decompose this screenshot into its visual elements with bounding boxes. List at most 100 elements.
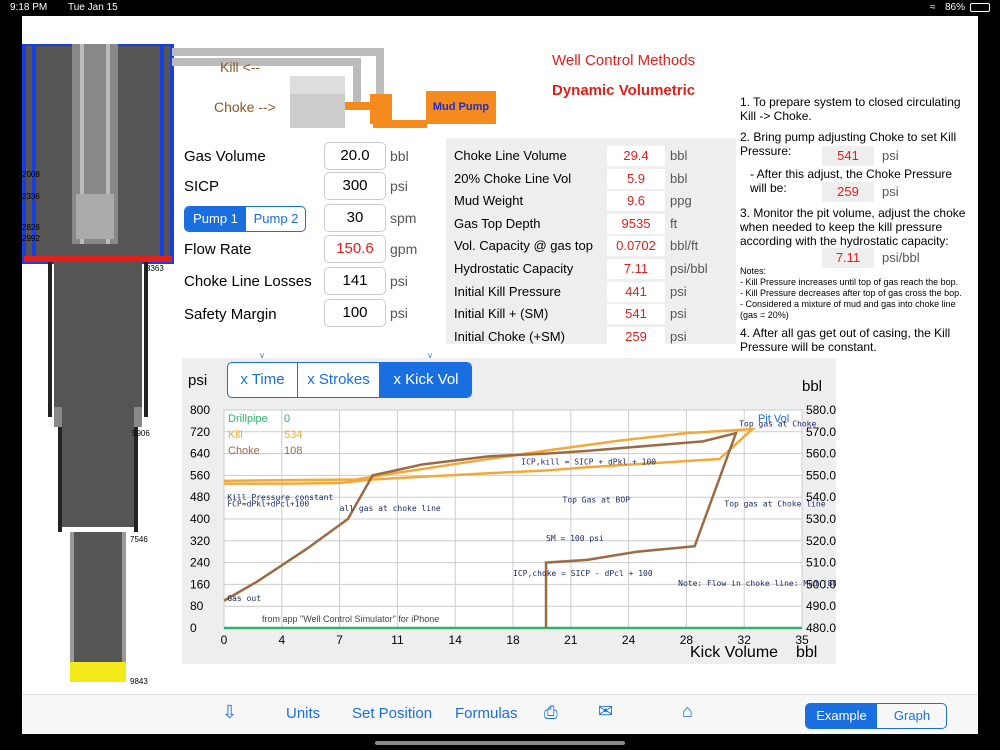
export-icon[interactable]: ⇩ — [222, 702, 237, 723]
x-tick-label: 35 — [795, 633, 809, 646]
result-value: 9.6 — [607, 191, 665, 212]
result-value: 541 — [607, 304, 665, 325]
pump-rate-field[interactable]: 30 — [324, 204, 386, 232]
chart-annotation: Gas out — [227, 594, 261, 603]
flow-rate-value: 150.6 — [324, 235, 386, 263]
y-tick-label: 560 — [190, 468, 210, 482]
x-tick-label: 7 — [336, 633, 343, 646]
y-tick-label: 160 — [190, 577, 210, 591]
y-axis-label: psi — [188, 372, 208, 389]
chart-annotation: Note: Flow in choke line: Mud (80%) + Ga… — [678, 579, 836, 588]
example-button[interactable]: Example — [806, 704, 877, 728]
legend-value: 108 — [284, 445, 302, 457]
step-3-unit: psi/bbl — [882, 250, 920, 265]
choke-losses-field[interactable]: 141 — [324, 267, 386, 295]
print-icon[interactable]: ⎙ — [544, 703, 558, 723]
y-tick-label: 400 — [190, 512, 210, 526]
pump2-button[interactable]: Pump 2 — [246, 207, 305, 231]
y-tick-label: 640 — [190, 447, 210, 461]
chevron-down-icon: v — [428, 351, 432, 360]
x-tick-label: 0 — [221, 633, 228, 646]
formulas-button[interactable]: Formulas — [455, 705, 518, 722]
legend-label: Kill — [228, 429, 243, 441]
safety-margin-label: Safety Margin — [184, 306, 277, 323]
y2-tick-label: 530.0 — [806, 512, 836, 526]
battery-icon — [970, 3, 990, 12]
y-tick-label: 320 — [190, 534, 210, 548]
legend-value: 534 — [284, 429, 302, 441]
y2-axis-label: bbl — [802, 378, 823, 395]
tab-x-kick-vol[interactable]: x Kick Vol — [380, 363, 471, 397]
depth-label: 2828 — [22, 223, 40, 232]
tab-x-time[interactable]: x Time — [228, 363, 298, 397]
mail-icon[interactable]: ✉ — [598, 701, 613, 722]
y-tick-label: 720 — [190, 425, 210, 439]
depth-label: 9843 — [130, 677, 148, 686]
choke-losses-label: Choke Line Losses — [184, 273, 312, 290]
kill-line-label: Kill <-- — [220, 59, 261, 75]
result-value: 0.0702 — [607, 236, 665, 257]
x-tick-label: 28 — [680, 633, 694, 646]
result-unit: ft — [670, 215, 678, 231]
flow-rate-unit: gpm — [390, 241, 418, 257]
result-unit: psi — [670, 306, 687, 322]
result-unit: ppg — [670, 193, 692, 209]
x-tick-label: 14 — [449, 633, 463, 646]
depth-label: 3363 — [146, 264, 164, 273]
legend-label: Choke — [228, 445, 260, 457]
step-2b-value: 259 — [822, 182, 874, 202]
step-2b-unit: psi — [882, 184, 899, 199]
notes-title: Notes: — [740, 266, 767, 276]
status-date: Tue Jan 15 — [68, 2, 118, 13]
tab-x-strokes[interactable]: x Strokes — [298, 363, 380, 397]
home-icon[interactable]: ⌂ — [682, 701, 693, 722]
chart-annotation: Top gas at Choke line — [724, 500, 825, 509]
choke-line-label: Choke --> — [214, 99, 276, 115]
flow-rate-label: Flow Rate — [184, 241, 252, 258]
status-bar: 9:18 PM Tue Jan 15 ≈ 86% — [0, 0, 1000, 16]
home-indicator[interactable] — [375, 741, 625, 745]
chart-annotation: FCP=dPkl+dPcl+100 — [227, 500, 309, 509]
graph-button[interactable]: Graph — [877, 704, 946, 728]
step-4: 4. After all gas get out of casing, the … — [740, 326, 951, 354]
depth-label: 2992 — [22, 234, 40, 243]
result-value: 7.11 — [607, 259, 665, 279]
sicp-field[interactable]: 300 — [324, 172, 386, 200]
step-2-unit: psi — [882, 148, 899, 163]
step-1: 1. To prepare system to closed circulati… — [740, 95, 961, 123]
pump1-button[interactable]: Pump 1 — [185, 207, 246, 231]
result-label: Hydrostatic Capacity — [454, 261, 574, 276]
result-value: 441 — [607, 281, 665, 302]
x-tick-label: 11 — [391, 633, 404, 646]
depth-label: 2336 — [22, 192, 40, 201]
result-unit: bbl/ft — [670, 238, 699, 254]
chart-annotation: all gas at choke line — [340, 504, 441, 513]
status-time: 9:18 PM — [10, 2, 48, 13]
y2-tick-label: 550.0 — [806, 468, 836, 482]
gas-volume-field[interactable]: 20.0 — [324, 142, 386, 170]
note-1: - Kill Pressure increases until top of g… — [740, 277, 959, 287]
y-tick-label: 80 — [190, 599, 204, 613]
y-tick-label: 800 — [190, 403, 210, 417]
result-unit: psi/bbl — [670, 261, 708, 276]
set-position-button[interactable]: Set Position — [352, 705, 432, 722]
result-label: 20% Choke Line Vol — [454, 170, 572, 186]
mud-pump-button[interactable]: Mud Pump — [426, 91, 496, 124]
result-label: Mud Weight — [454, 193, 524, 209]
app-window: 2008 2336 2828 2992 3363 5906 7546 9843 … — [22, 16, 978, 734]
step-2-value: 541 — [822, 146, 874, 166]
result-label: Initial Choke (+SM) — [454, 328, 565, 344]
chart-annotation: ICP,choke = SICP - dPcl + 100 — [513, 569, 653, 578]
chart-annotation: Top Gas at BOP — [563, 496, 631, 505]
x-tick-label: 24 — [622, 633, 636, 646]
chart-annotation: Top gas at Choke — [739, 419, 816, 428]
y2-tick-label: 580.0 — [806, 403, 836, 417]
y-tick-label: 240 — [190, 556, 210, 570]
legend-value: 0 — [284, 413, 290, 425]
result-label: Initial Kill + (SM) — [454, 306, 549, 322]
safety-margin-field[interactable]: 100 — [324, 299, 386, 327]
result-unit: bbl — [670, 170, 688, 186]
view-selector: Example Graph — [805, 703, 947, 729]
note-3: - Considered a mixture of mud and gas in… — [740, 299, 956, 320]
units-button[interactable]: Units — [286, 705, 320, 722]
